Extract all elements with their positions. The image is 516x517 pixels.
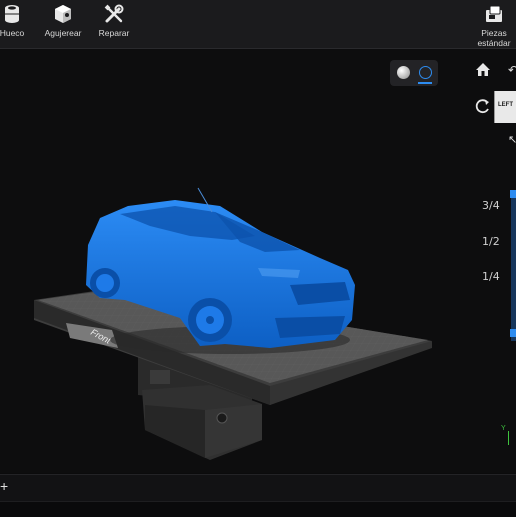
parts-box-icon <box>483 3 505 25</box>
hollow-label: Hueco <box>0 28 25 38</box>
active-shading-indicator <box>418 82 432 84</box>
slider-mark-half: 1/2 <box>482 235 500 248</box>
slider-handle-top[interactable] <box>510 190 516 198</box>
tilt-icon[interactable]: ↖ <box>508 133 516 146</box>
scene: Front <box>34 187 432 460</box>
axis-gizmo <box>508 431 509 445</box>
repair-label: Reparar <box>98 28 130 38</box>
hollow-cylinder-icon <box>1 3 23 25</box>
home-icon[interactable] <box>474 61 492 79</box>
drill-button[interactable]: Agujerear <box>40 0 86 48</box>
3d-viewport[interactable]: Front ↶ LEFT ↖ 3/4 1/2 1/4 Y <box>0 49 516 473</box>
drill-label: Agujerear <box>44 28 82 38</box>
hollow-button[interactable]: Hueco <box>0 0 24 48</box>
standard-parts-label: Piezas estándar <box>477 28 511 48</box>
top-toolbar: Hueco Agujerear Reparar Piezas estándar <box>0 0 516 49</box>
drill-cube-icon <box>52 3 74 25</box>
slider-mark-three-quarters: 3/4 <box>482 199 500 212</box>
slider-handle-bottom[interactable] <box>510 329 516 337</box>
standard-parts-button[interactable]: Piezas estándar <box>474 0 514 48</box>
bottom-bar <box>0 474 516 501</box>
slider-mark-quarter: 1/4 <box>482 270 500 283</box>
view-cube[interactable]: LEFT <box>494 91 516 123</box>
footer-strip <box>0 501 516 517</box>
view-cube-face: LEFT <box>498 102 513 108</box>
repair-button[interactable]: Reparar <box>96 0 132 48</box>
solid-sphere-icon[interactable] <box>397 66 410 79</box>
add-button[interactable]: + <box>0 478 8 494</box>
xray-sphere-icon[interactable] <box>419 66 432 79</box>
axis-y-label: Y <box>501 425 506 432</box>
layer-slider[interactable] <box>511 191 516 341</box>
wrench-screwdriver-icon <box>103 3 125 25</box>
shading-toggle <box>390 60 438 86</box>
arrow-icon[interactable]: ↶ <box>508 63 516 77</box>
rotate-view-icon[interactable] <box>474 97 492 115</box>
